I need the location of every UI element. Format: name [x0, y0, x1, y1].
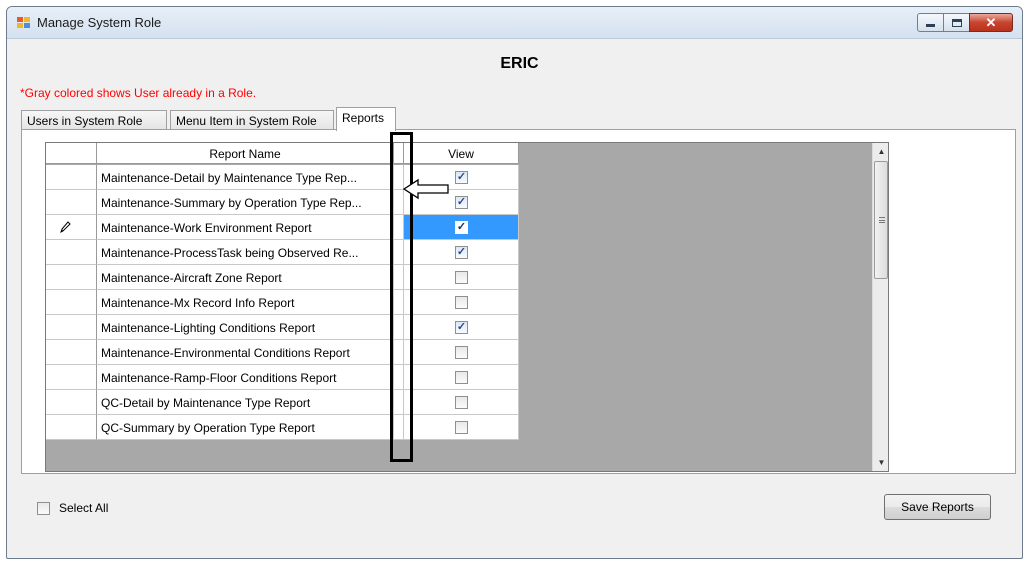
report-name-cell[interactable]: QC-Detail by Maintenance Type Report — [97, 390, 394, 415]
view-cell[interactable]: ✓ — [404, 215, 519, 240]
tab-users-in-system-role[interactable]: Users in System Role — [21, 110, 167, 130]
row-header[interactable] — [46, 240, 97, 265]
row-header[interactable] — [46, 215, 97, 240]
row-header-corner — [46, 143, 97, 164]
view-checkbox[interactable]: ✓ — [455, 321, 468, 334]
view-cell[interactable] — [404, 415, 519, 440]
check-icon: ✓ — [456, 171, 467, 183]
check-icon: ✓ — [456, 221, 467, 233]
tab-menu-item-in-system-role[interactable]: Menu Item in System Role — [170, 110, 334, 130]
scroll-up-icon[interactable]: ▲ — [873, 143, 888, 160]
row-header[interactable] — [46, 315, 97, 340]
select-all-checkbox[interactable]: Select All — [37, 501, 108, 515]
vertical-scrollbar[interactable]: ▲ ▼ — [872, 143, 888, 471]
view-checkbox[interactable] — [455, 271, 468, 284]
view-cell[interactable] — [404, 365, 519, 390]
grip-icon — [879, 217, 885, 223]
view-cell[interactable] — [404, 290, 519, 315]
row-header[interactable] — [46, 290, 97, 315]
view-checkbox[interactable] — [455, 396, 468, 409]
app-icon — [17, 17, 31, 29]
check-icon: ✓ — [456, 196, 467, 208]
table-row[interactable]: Maintenance-Aircraft Zone Report — [46, 265, 519, 290]
table-row[interactable]: QC-Summary by Operation Type Report — [46, 415, 519, 440]
role-note: *Gray colored shows User already in a Ro… — [20, 86, 257, 100]
manage-system-role-window: Manage System Role ✕ ERIC *Gray colored … — [6, 6, 1023, 559]
row-header[interactable] — [46, 265, 97, 290]
report-name-cell[interactable]: Maintenance-Lighting Conditions Report — [97, 315, 394, 340]
view-cell[interactable] — [404, 265, 519, 290]
report-name-cell[interactable]: Maintenance-Work Environment Report — [97, 215, 394, 240]
row-header[interactable] — [46, 190, 97, 215]
table-row[interactable]: QC-Detail by Maintenance Type Report — [46, 390, 519, 415]
row-header[interactable] — [46, 415, 97, 440]
check-icon: ✓ — [456, 321, 467, 333]
view-checkbox[interactable] — [455, 371, 468, 384]
scrollbar-thumb[interactable] — [874, 161, 888, 279]
pencil-icon — [60, 221, 71, 233]
report-name-cell[interactable]: Maintenance-Ramp-Floor Conditions Report — [97, 365, 394, 390]
row-header[interactable] — [46, 390, 97, 415]
report-name-cell[interactable]: QC-Summary by Operation Type Report — [97, 415, 394, 440]
table-row[interactable]: Maintenance-Mx Record Info Report — [46, 290, 519, 315]
select-all-label: Select All — [59, 501, 109, 515]
close-icon: ✕ — [985, 14, 997, 30]
table-row[interactable]: Maintenance-ProcessTask being Observed R… — [46, 240, 519, 265]
view-checkbox[interactable]: ✓ — [455, 221, 468, 234]
view-checkbox[interactable] — [455, 421, 468, 434]
tab-reports[interactable]: Reports — [336, 107, 396, 131]
column-header-view[interactable]: View — [404, 143, 519, 164]
report-name-cell[interactable]: Maintenance-Mx Record Info Report — [97, 290, 394, 315]
view-checkbox[interactable]: ✓ — [455, 196, 468, 209]
report-name-cell[interactable]: Maintenance-Environmental Conditions Rep… — [97, 340, 394, 365]
annotation-arrow-icon — [402, 178, 449, 200]
report-name-cell[interactable]: Maintenance-Detail by Maintenance Type R… — [97, 165, 394, 190]
save-reports-button[interactable]: Save Reports — [884, 494, 991, 520]
view-checkbox[interactable] — [455, 346, 468, 359]
report-name-cell[interactable]: Maintenance-Aircraft Zone Report — [97, 265, 394, 290]
table-row[interactable]: Maintenance-Environmental Conditions Rep… — [46, 340, 519, 365]
view-cell[interactable]: ✓ — [404, 315, 519, 340]
minimize-icon — [926, 24, 935, 27]
view-cell[interactable] — [404, 340, 519, 365]
minimize-button[interactable] — [917, 13, 944, 32]
window-controls: ✕ — [917, 13, 1013, 32]
view-checkbox[interactable] — [455, 296, 468, 309]
row-header[interactable] — [46, 165, 97, 190]
view-cell[interactable]: ✓ — [404, 240, 519, 265]
table-row[interactable]: Maintenance-Work Environment Report ✓ — [46, 215, 519, 240]
view-cell[interactable] — [404, 390, 519, 415]
table-row[interactable]: Maintenance-Lighting Conditions Report ✓ — [46, 315, 519, 340]
reports-grid[interactable]: Report Name View Maintenance-Detail by M… — [45, 142, 889, 472]
scroll-down-icon[interactable]: ▼ — [873, 454, 888, 471]
row-header[interactable] — [46, 340, 97, 365]
window-title: Manage System Role — [37, 15, 162, 30]
title-bar[interactable]: Manage System Role ✕ — [7, 7, 1022, 39]
report-name-cell[interactable]: Maintenance-Summary by Operation Type Re… — [97, 190, 394, 215]
role-name-heading: ERIC — [500, 55, 539, 72]
check-icon: ✓ — [456, 246, 467, 258]
report-name-cell[interactable]: Maintenance-ProcessTask being Observed R… — [97, 240, 394, 265]
view-checkbox[interactable]: ✓ — [455, 171, 468, 184]
view-checkbox[interactable]: ✓ — [455, 246, 468, 259]
table-row[interactable]: Maintenance-Ramp-Floor Conditions Report — [46, 365, 519, 390]
close-button[interactable]: ✕ — [969, 13, 1013, 32]
reports-tab-panel: Report Name View Maintenance-Detail by M… — [21, 129, 1016, 474]
maximize-icon — [951, 18, 962, 27]
select-all-checkbox-box[interactable] — [37, 501, 50, 515]
row-header[interactable] — [46, 365, 97, 390]
maximize-button[interactable] — [943, 13, 970, 32]
column-header-report-name[interactable]: Report Name — [97, 143, 394, 164]
